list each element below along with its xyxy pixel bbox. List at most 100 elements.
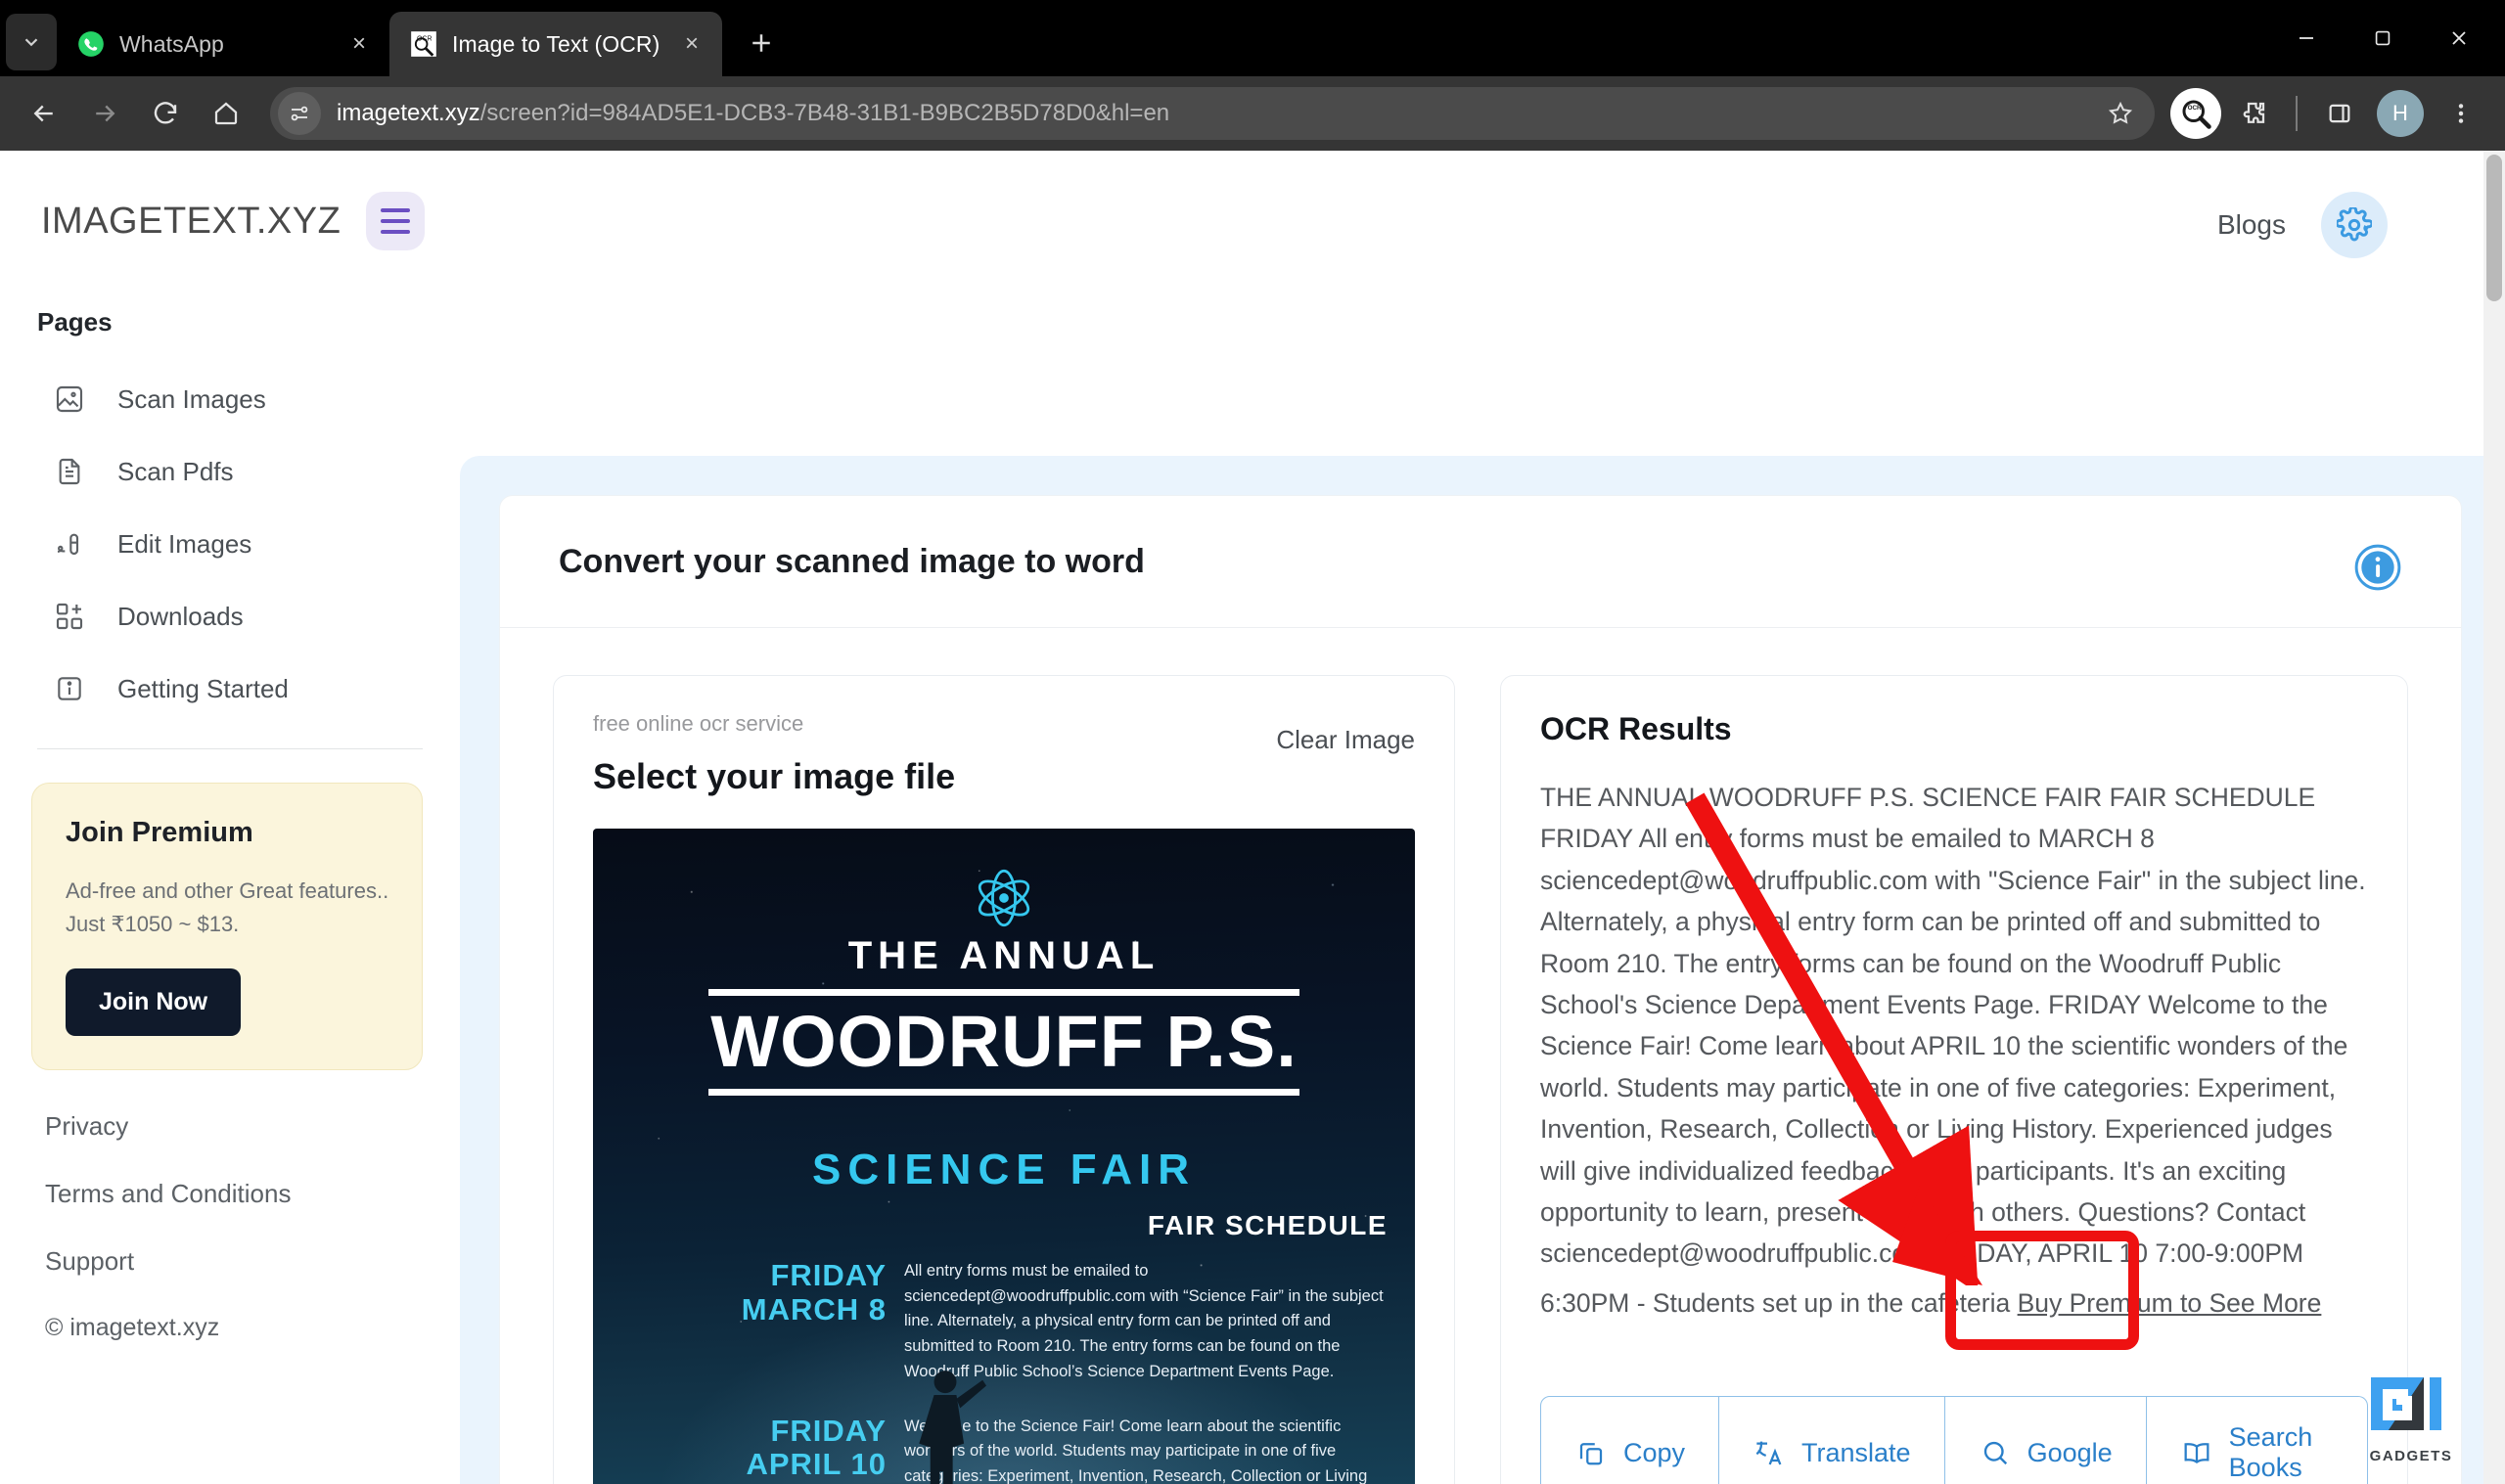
upload-eyebrow: free online ocr service <box>593 711 804 736</box>
footer-link-terms[interactable]: Terms and Conditions <box>45 1179 460 1209</box>
content-panel: Convert your scanned image to word free … <box>460 456 2505 1484</box>
image-preview[interactable]: THE ANNUAL WOODRUFF P.S. SCIENCE FAIR FA… <box>593 829 1415 1484</box>
copy-button[interactable]: Copy <box>1540 1396 1720 1484</box>
poster-rule-top <box>708 989 1299 996</box>
upload-header: free online ocr service Select your imag… <box>593 711 1415 797</box>
page-viewport: IMAGETEXT.XYZ Pages Scan Images Scan Pdf… <box>0 151 2505 1484</box>
poster-schedule: FAIR SCHEDULE FRIDAY MARCH 8 All entry fo… <box>620 1210 1389 1484</box>
sidebar-item-label: Scan Pdfs <box>117 456 234 486</box>
sidebar-item-edit-images[interactable]: Edit Images <box>0 508 460 580</box>
blogs-link[interactable]: Blogs <box>2217 209 2286 241</box>
copy-button-label: Copy <box>1623 1437 1686 1467</box>
window-maximize-button[interactable] <box>2345 0 2421 76</box>
sidebar-item-scan-pdfs[interactable]: Scan Pdfs <box>0 435 460 508</box>
card-panels: free online ocr service Select your imag… <box>500 628 2461 1484</box>
copy-icon <box>1574 1436 1608 1469</box>
url-path: /screen?id=984AD5E1-DCB3-7B48-31B1-B9BC2… <box>479 100 1170 126</box>
whatsapp-icon <box>76 29 106 59</box>
sidebar-divider <box>37 748 423 749</box>
side-panel-button[interactable] <box>2311 85 2368 142</box>
new-tab-button[interactable] <box>736 18 787 68</box>
settings-button[interactable] <box>2321 192 2388 258</box>
window-close-button[interactable] <box>2421 0 2497 76</box>
ocr-card: Convert your scanned image to word free … <box>499 495 2462 1484</box>
results-action-bar: Copy Translate Google Search Books <box>1540 1396 2368 1484</box>
avatar: H <box>2377 90 2424 137</box>
toolbar-divider <box>2296 96 2298 131</box>
back-button[interactable] <box>16 85 72 142</box>
sidebar-section-label: Pages <box>37 307 113 337</box>
sidebar: IMAGETEXT.XYZ Pages Scan Images Scan Pdf… <box>0 151 460 1484</box>
footer-link-support[interactable]: Support <box>45 1246 460 1277</box>
poster-schedule-row: FRIDAY MARCH 8 All entry forms must be em… <box>620 1258 1389 1385</box>
buy-premium-link[interactable]: Buy Premium to See More <box>2018 1282 2322 1324</box>
maximize-icon <box>2375 30 2391 46</box>
sidebar-item-getting-started[interactable]: Getting Started <box>0 652 460 725</box>
premium-card: Join Premium Ad-free and other Great fea… <box>31 783 423 1071</box>
browser-window: WhatsApp × OCR Image to Text (OCR) × ima… <box>0 0 2505 1484</box>
hamburger-icon[interactable] <box>366 192 426 250</box>
scrollbar-thumb[interactable] <box>2486 155 2502 301</box>
sidebar-item-scan-images[interactable]: Scan Images <box>0 363 460 435</box>
browser-menu-button[interactable] <box>2433 85 2489 142</box>
google-button[interactable]: Google <box>1944 1396 2147 1484</box>
reload-icon <box>154 102 177 124</box>
page-scrollbar[interactable] <box>2483 151 2505 1484</box>
ocr-extension-icon[interactable]: OCR <box>2170 88 2221 139</box>
copyright-text: © imagetext.xyz <box>45 1314 220 1342</box>
sidebar-item-label: Edit Images <box>117 528 252 559</box>
sidebar-item-label: Scan Images <box>117 383 266 414</box>
tab-search-button[interactable] <box>6 14 57 70</box>
search-books-button-label: Search Books <box>2228 1422 2313 1483</box>
header-actions: Blogs <box>2217 192 2388 258</box>
poster-annual-text: THE ANNUAL <box>847 934 1161 977</box>
premium-line-1: Ad-free and other Great features.. <box>66 878 389 903</box>
footer-link-privacy[interactable]: Privacy <box>45 1111 460 1142</box>
poster-school-name: WOODRUFF P.S. <box>710 1001 1298 1082</box>
gadgets-to-use-logo <box>2369 1375 2453 1444</box>
reload-button[interactable] <box>137 85 194 142</box>
join-now-button[interactable]: Join Now <box>66 968 242 1037</box>
tab-image-to-text-ocr[interactable]: OCR Image to Text (OCR) × <box>389 12 722 76</box>
poster-rule-bottom <box>708 1089 1299 1096</box>
tab-close-button[interactable]: × <box>675 27 708 61</box>
translate-button[interactable]: Translate <box>1719 1396 1945 1484</box>
tab-whatsapp[interactable]: WhatsApp × <box>57 12 389 76</box>
extensions-button[interactable] <box>2225 85 2282 142</box>
ocr-result-text: THE ANNUAL WOODRUFF P.S. SCIENCE FAIR FA… <box>1540 777 2368 1324</box>
puzzle-icon <box>2243 102 2265 123</box>
sidebar-item-downloads[interactable]: Downloads <box>0 580 460 652</box>
tab-close-button[interactable]: × <box>342 27 376 61</box>
card-header: Convert your scanned image to word <box>500 496 2461 627</box>
grid-plus-icon <box>51 598 88 635</box>
poster-ground <box>593 1464 1415 1484</box>
bookmark-star-icon[interactable] <box>2096 89 2145 138</box>
tab-title: WhatsApp <box>119 30 224 57</box>
main-content: Blogs Convert your scanned image to word <box>460 151 2505 1484</box>
clear-image-button[interactable]: Clear Image <box>1276 725 1415 755</box>
forward-button[interactable] <box>76 85 133 142</box>
google-button-label: Google <box>2027 1437 2113 1467</box>
info-circle-icon[interactable] <box>2353 543 2402 592</box>
card-title: Convert your scanned image to word <box>559 543 1145 580</box>
forward-icon <box>96 105 115 122</box>
address-bar[interactable]: imagetext.xyz/screen?id=984AD5E1-DCB3-7B… <box>270 87 2155 140</box>
back-icon <box>33 105 53 122</box>
svg-text:OCR: OCR <box>2188 105 2202 112</box>
upload-title: Select your image file <box>593 756 956 796</box>
poster-schedule-title: FAIR SCHEDULE <box>1147 1210 1388 1240</box>
pen-edit-icon <box>51 525 88 562</box>
chevron-down-icon <box>24 38 38 47</box>
close-icon <box>2452 31 2466 45</box>
results-panel: OCR Results THE ANNUAL WOODRUFF P.S. SCI… <box>1500 675 2408 1484</box>
translate-icon <box>1753 1436 1786 1469</box>
premium-description: Ad-free and other Great features.. Just … <box>66 875 392 941</box>
address-bar-url: imagetext.xyz/screen?id=984AD5E1-DCB3-7B… <box>337 100 1169 127</box>
profile-button[interactable]: H <box>2372 85 2429 142</box>
ocr-icon: OCR <box>409 29 438 59</box>
sidebar-item-label: Getting Started <box>117 673 289 703</box>
window-minimize-button[interactable] <box>2268 0 2345 76</box>
home-button[interactable] <box>198 85 254 142</box>
site-settings-icon[interactable] <box>278 92 321 135</box>
plus-icon <box>752 34 770 52</box>
